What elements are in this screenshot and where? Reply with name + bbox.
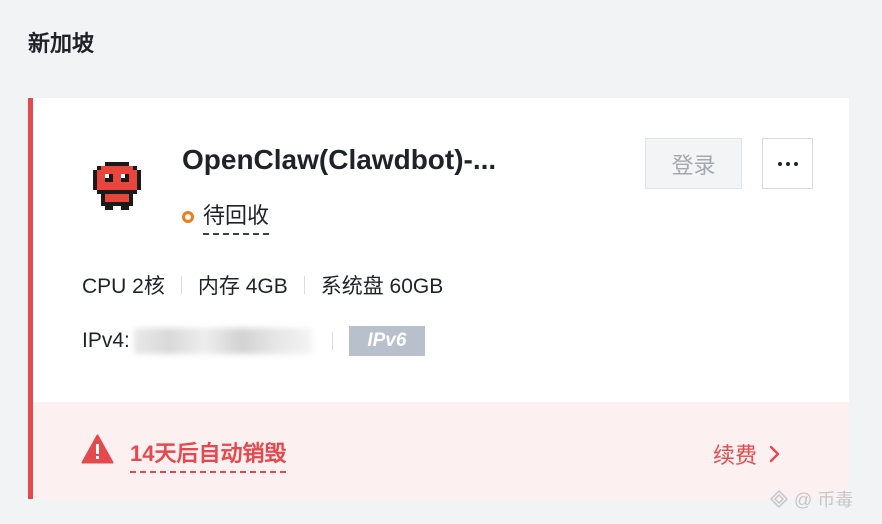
ipv4-address-redacted bbox=[133, 328, 312, 354]
watermark: @ 币毒 bbox=[770, 486, 853, 512]
ipv4-label: IPv4: bbox=[82, 329, 130, 352]
pixel-mascot-icon bbox=[93, 162, 141, 210]
destroy-warning-bar: 14天后自动销毁 续费 bbox=[33, 402, 849, 499]
renew-label: 续费 bbox=[713, 443, 758, 468]
instance-name[interactable]: OpenClaw(Clawdbot)-... bbox=[182, 144, 496, 176]
region-title: 新加坡 bbox=[28, 31, 95, 56]
spec-memory: 内存 4GB bbox=[197, 275, 288, 298]
spec-disk: 系统盘 60GB bbox=[320, 275, 444, 298]
status-label[interactable]: 待回收 bbox=[203, 198, 270, 235]
watermark-logo-icon bbox=[770, 490, 788, 508]
watermark-text: @ 币毒 bbox=[794, 490, 854, 510]
instance-specs: CPU 2核 内存 4GB 系统盘 60GB bbox=[82, 270, 443, 300]
ip-row: IPv4: IPv6 bbox=[82, 326, 425, 356]
warning-triangle-icon bbox=[81, 434, 114, 464]
more-dots-icon bbox=[777, 161, 782, 166]
instance-card: OpenClaw(Clawdbot)-... 待回收 登录 CPU 2核 内存 … bbox=[28, 98, 849, 499]
destroy-warning-text[interactable]: 14天后自动销毁 bbox=[130, 436, 287, 473]
status-circle-icon bbox=[182, 210, 194, 223]
more-button[interactable] bbox=[762, 138, 813, 189]
ip-divider bbox=[331, 332, 333, 350]
renew-link[interactable]: 续费 bbox=[713, 438, 781, 470]
instance-status: 待回收 bbox=[182, 198, 270, 235]
chevron-right-icon bbox=[769, 445, 780, 463]
ipv6-badge: IPv6 bbox=[348, 326, 425, 356]
spec-divider bbox=[180, 276, 182, 294]
spec-cpu: CPU 2核 bbox=[82, 275, 165, 298]
spec-divider bbox=[303, 276, 305, 294]
login-button[interactable]: 登录 bbox=[645, 138, 742, 189]
